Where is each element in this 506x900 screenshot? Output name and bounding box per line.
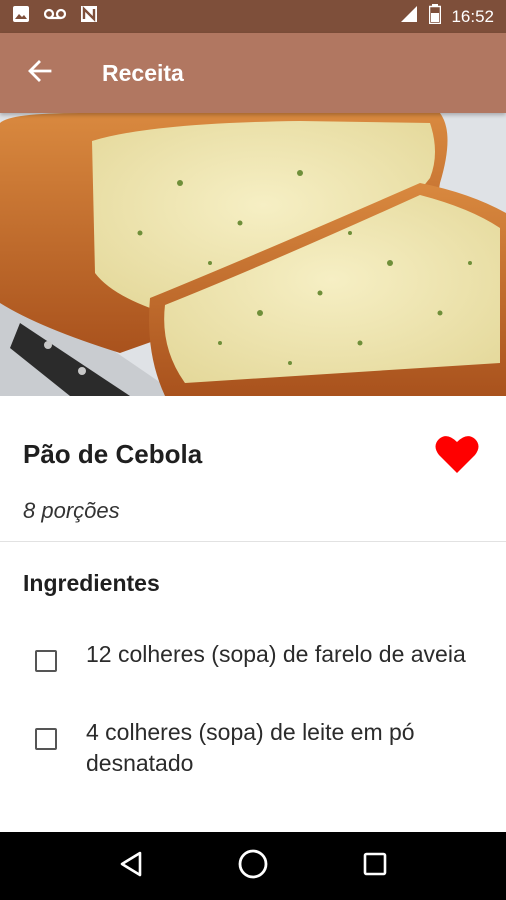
ingredient-item[interactable]: 4 colheres (sopa) de leite em pó desnata…	[0, 717, 506, 795]
nav-home-button[interactable]	[223, 836, 283, 896]
portions-label: 8 porções	[23, 498, 120, 523]
ingredient-checkbox[interactable]	[35, 650, 57, 672]
ingredients-heading: Ingredientes	[23, 570, 160, 596]
ingredient-text: 4 colheres (sopa) de leite em pó desnata…	[86, 719, 415, 776]
divider	[0, 541, 506, 542]
nav-recents-button[interactable]	[345, 836, 405, 896]
heart-icon	[435, 434, 479, 479]
back-button[interactable]	[0, 33, 80, 113]
status-notifications	[12, 5, 98, 28]
ingredients-list: 12 colheres (sopa) de farelo de aveia 4 …	[0, 639, 506, 795]
battery-icon	[429, 4, 442, 29]
status-time: 16:52	[451, 6, 494, 26]
favorite-button[interactable]	[433, 434, 481, 478]
voicemail-icon	[43, 7, 67, 26]
ingredient-item[interactable]: 12 colheres (sopa) de farelo de aveia	[0, 639, 506, 717]
status-bar: 16:52	[0, 0, 506, 33]
home-circle-icon	[237, 848, 269, 885]
n-notification-icon	[80, 5, 98, 28]
page-title: Receita	[102, 59, 184, 86]
system-nav-bar	[0, 832, 506, 900]
recipe-header: Pão de Cebola	[23, 434, 483, 474]
status-system: 16:52	[399, 4, 494, 29]
app-bar: Receita	[0, 33, 506, 113]
ingredient-checkbox[interactable]	[35, 728, 57, 750]
signal-icon	[399, 5, 419, 28]
back-triangle-icon	[118, 850, 144, 883]
recents-square-icon	[362, 851, 388, 882]
ingredient-text: 12 colheres (sopa) de farelo de aveia	[86, 641, 466, 667]
nav-back-button[interactable]	[101, 836, 161, 896]
image-icon	[12, 5, 30, 28]
recipe-image	[0, 113, 506, 396]
arrow-left-icon	[27, 58, 53, 89]
recipe-content: Pão de Cebola 8 porções Ingredientes 12 …	[0, 396, 506, 832]
recipe-title: Pão de Cebola	[23, 438, 203, 469]
